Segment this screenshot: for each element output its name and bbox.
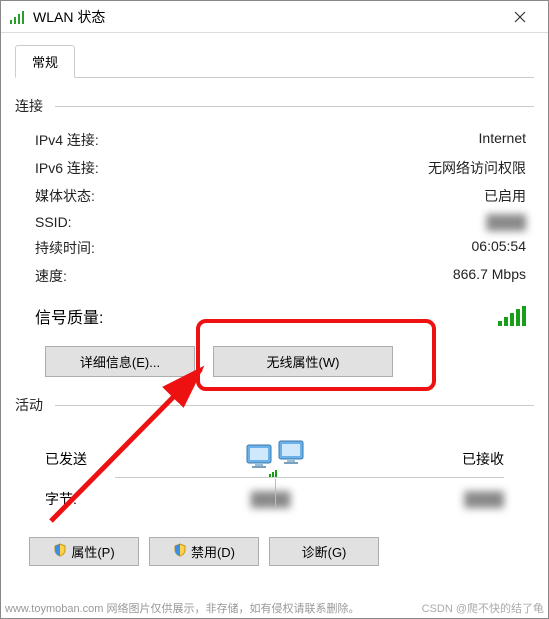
media-label: 媒体状态: [35,186,95,206]
ipv4-value: Internet [479,130,526,150]
activity-body: 已发送 [15,425,534,525]
connection-buttons: 详细信息(E)... 无线属性(W) [15,332,534,391]
row-speed: 速度: 866.7 Mbps [15,262,534,290]
tab-strip: 常规 [15,45,534,78]
bytes-label: 字节: [45,489,77,509]
wifi-icon [9,9,27,25]
divider [115,477,504,478]
sent-label: 已发送 [45,449,87,469]
row-signal: 信号质量: [15,300,534,332]
details-button[interactable]: 详细信息(E)... [45,346,195,377]
media-value: 已启用 [484,186,526,206]
section-connection-header: 连接 [15,96,534,116]
section-connection-label: 连接 [15,96,43,116]
diagnose-button[interactable]: 诊断(G) [269,537,379,566]
row-ipv6: IPv6 连接: 无网络访问权限 [15,154,534,182]
footer-right: CSDN @爬不快的结了龟 [422,600,544,616]
tab-general[interactable]: 常规 [15,45,75,78]
diagnose-label: 诊断(G) [302,542,347,561]
ipv4-label: IPv4 连接: [35,130,99,150]
content-area: 常规 连接 IPv4 连接: Internet IPv6 连接: 无网络访问权限… [1,33,548,582]
bottom-buttons: 属性(P) 禁用(D) 诊断(G) [15,525,534,574]
received-label: 已接收 [462,449,504,469]
wlan-status-window: WLAN 状态 常规 连接 IPv4 连接: Internet IPv6 连接:… [0,0,549,619]
signal-bars-icon [498,306,526,326]
duration-label: 持续时间: [35,238,95,258]
ssid-value: ████ [486,214,526,230]
bytes-received-value: ████ [464,491,504,507]
wireless-properties-button[interactable]: 无线属性(W) [213,346,393,377]
row-media: 媒体状态: 已启用 [15,182,534,210]
close-button[interactable] [500,3,540,31]
ipv6-value: 无网络访问权限 [428,158,526,178]
ssid-label: SSID: [35,214,72,230]
divider [55,405,534,406]
ipv6-label: IPv6 连接: [35,158,99,178]
network-computers-icon [235,439,315,479]
footer-watermark: www.toymoban.com 网络图片仅供展示，非存储，如有侵权请联系删除。… [5,600,544,616]
duration-value: 06:05:54 [472,238,527,258]
divider [275,479,276,507]
properties-button[interactable]: 属性(P) [29,537,139,566]
divider [55,106,534,107]
section-activity-label: 活动 [15,395,43,415]
activity-labels-row: 已发送 [15,435,534,483]
window-title: WLAN 状态 [33,7,500,27]
row-ipv4: IPv4 连接: Internet [15,126,534,154]
row-ssid: SSID: ████ [15,210,534,234]
titlebar: WLAN 状态 [1,1,548,33]
disable-label: 禁用(D) [191,542,235,561]
row-duration: 持续时间: 06:05:54 [15,234,534,262]
shield-icon [173,543,187,560]
shield-icon [53,543,67,560]
section-activity-header: 活动 [15,395,534,415]
bytes-row: 字节: ████ ████ [15,483,534,515]
disable-button[interactable]: 禁用(D) [149,537,259,566]
properties-label: 属性(P) [71,542,114,561]
bytes-sent-value: ████ [251,491,291,507]
signal-label: 信号质量: [35,304,103,328]
speed-value: 866.7 Mbps [453,266,526,286]
footer-left: www.toymoban.com 网络图片仅供展示，非存储，如有侵权请联系删除。 [5,600,359,616]
speed-label: 速度: [35,266,67,286]
